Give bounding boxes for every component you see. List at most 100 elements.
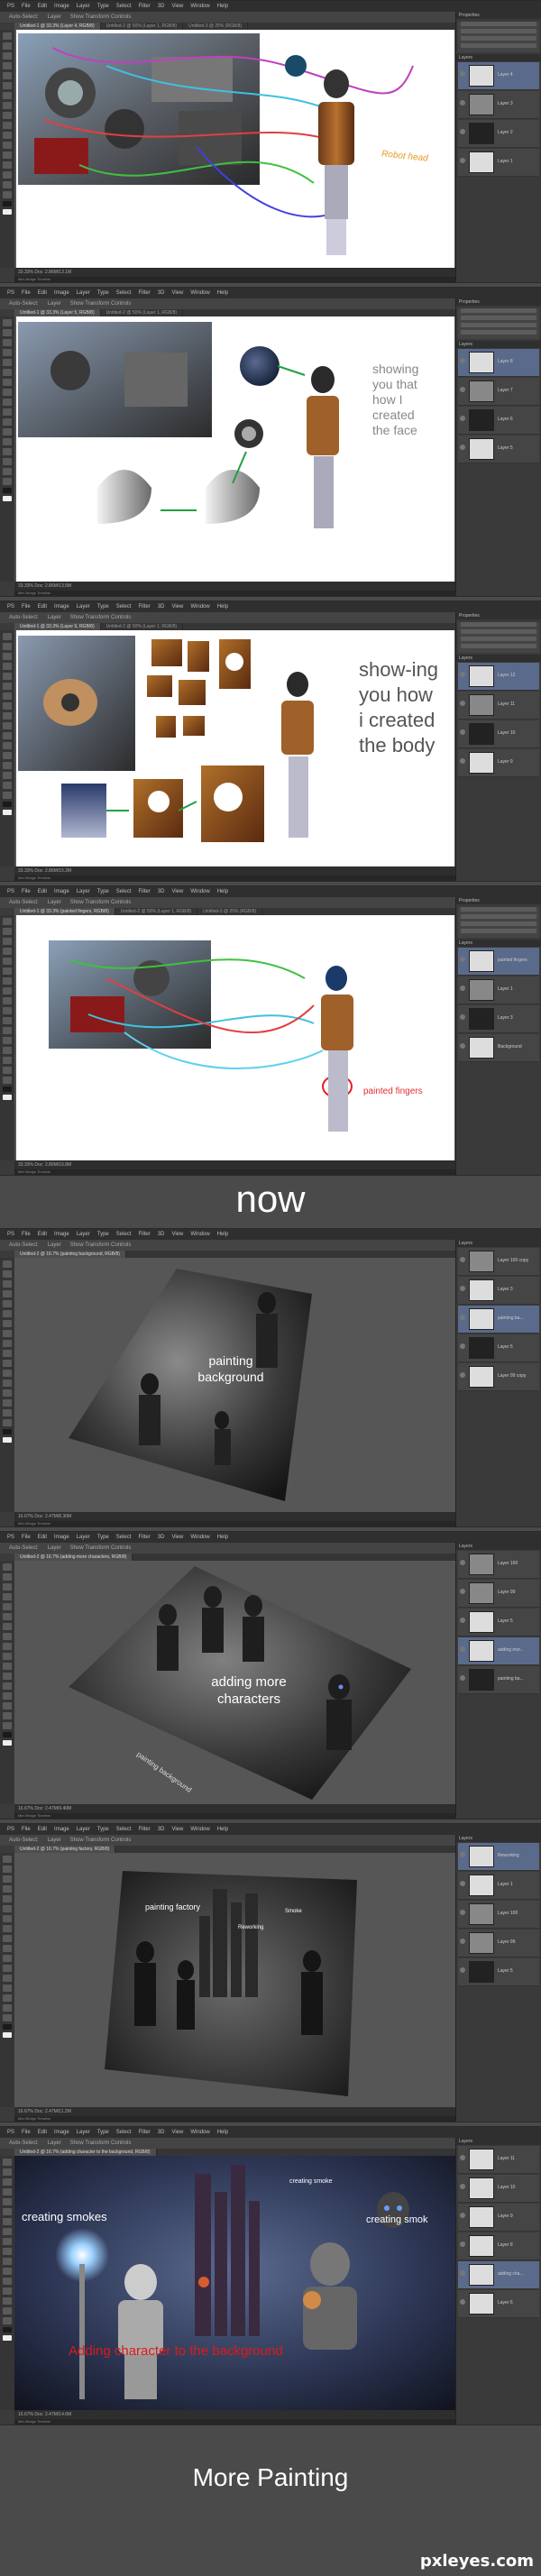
eye-icon[interactable] xyxy=(460,100,465,105)
menu-help[interactable]: Help xyxy=(217,4,228,9)
menu-image[interactable]: Image xyxy=(54,4,69,9)
menu-edit[interactable]: Edit xyxy=(38,2130,47,2135)
lasso-tool-icon[interactable] xyxy=(3,1875,12,1883)
menu-image[interactable]: Image xyxy=(54,604,69,610)
transform-controls-checkbox[interactable]: Show Transform Controls xyxy=(70,1242,132,1248)
eye-icon[interactable] xyxy=(460,445,465,450)
lasso-tool-icon[interactable] xyxy=(3,1280,12,1288)
eyedropper-tool-icon[interactable] xyxy=(3,673,12,680)
menu-help[interactable]: Help xyxy=(217,2130,228,2135)
layer-row[interactable]: Layer 3 xyxy=(458,91,539,119)
gradient-tool-icon[interactable] xyxy=(3,122,12,129)
healing-tool-icon[interactable] xyxy=(3,1310,12,1317)
stamp-tool-icon[interactable] xyxy=(3,1330,12,1337)
menu-help[interactable]: Help xyxy=(217,290,228,296)
menu-file[interactable]: File xyxy=(22,2130,31,2135)
menu-filter[interactable]: Filter xyxy=(138,290,150,296)
marquee-tool-icon[interactable] xyxy=(3,2168,12,2176)
document-tab[interactable]: Untitled-2 @ 50% (Layer 1, RGB/8) xyxy=(115,908,198,915)
eyedropper-tool-icon[interactable] xyxy=(3,2198,12,2205)
eye-icon[interactable] xyxy=(460,1014,465,1020)
menu-edit[interactable]: Edit xyxy=(38,889,47,894)
transform-controls-checkbox[interactable]: Show Transform Controls xyxy=(70,900,132,905)
menu-ps[interactable]: PS xyxy=(7,1535,14,1540)
bottom-panel-tabs[interactable]: Mini Bridge Timeline xyxy=(14,875,456,881)
layer-row[interactable]: Layer 9 xyxy=(458,749,539,777)
crop-tool-icon[interactable] xyxy=(3,948,12,955)
background-color-swatch[interactable] xyxy=(3,1437,12,1443)
crop-tool-icon[interactable] xyxy=(3,1290,12,1297)
eyedropper-tool-icon[interactable] xyxy=(3,359,12,366)
move-tool-icon[interactable] xyxy=(3,1856,12,1863)
move-tool-icon[interactable] xyxy=(3,32,12,40)
shape-tool-icon[interactable] xyxy=(3,772,12,779)
path-select-tool-icon[interactable] xyxy=(3,161,12,169)
auto-select-dropdown[interactable]: Layer xyxy=(48,2141,61,2146)
type-tool-icon[interactable] xyxy=(3,1037,12,1044)
menu-edit[interactable]: Edit xyxy=(38,1535,47,1540)
menu-filter[interactable]: Filter xyxy=(138,4,150,9)
auto-select-dropdown[interactable]: Layer xyxy=(48,1838,61,1843)
bottom-panel-tabs[interactable]: Mini Bridge Timeline xyxy=(14,2116,456,2122)
type-tool-icon[interactable] xyxy=(3,1682,12,1690)
canvas-area[interactable]: creating smokes creating smoke creating … xyxy=(14,2156,456,2410)
foreground-color-swatch[interactable] xyxy=(3,2024,12,2030)
transform-controls-checkbox[interactable]: Show Transform Controls xyxy=(70,1838,132,1843)
canvas-area[interactable]: show-ing you how i created the body xyxy=(14,630,456,866)
hand-tool-icon[interactable] xyxy=(3,782,12,789)
auto-select-checkbox[interactable]: Auto-Select: xyxy=(9,900,39,905)
layer-row[interactable]: Layer 99 copy xyxy=(458,1363,539,1391)
marquee-tool-icon[interactable] xyxy=(3,928,12,935)
stamp-tool-icon[interactable] xyxy=(3,389,12,396)
menu-image[interactable]: Image xyxy=(54,1232,69,1237)
brush-tool-icon[interactable] xyxy=(3,379,12,386)
background-color-swatch[interactable] xyxy=(3,2032,12,2038)
shape-tool-icon[interactable] xyxy=(3,458,12,465)
menu-help[interactable]: Help xyxy=(217,1535,228,1540)
menu-window[interactable]: Window xyxy=(190,1535,209,1540)
eye-icon[interactable] xyxy=(460,2241,465,2247)
menu-window[interactable]: Window xyxy=(190,889,209,894)
healing-tool-icon[interactable] xyxy=(3,967,12,975)
layer-row[interactable]: Layer 11 xyxy=(458,692,539,720)
hand-tool-icon[interactable] xyxy=(3,1409,12,1416)
zoom-tool-icon[interactable] xyxy=(3,2317,12,2324)
eye-icon[interactable] xyxy=(460,1939,465,1944)
layer-row[interactable]: adding mor... xyxy=(458,1637,539,1665)
pen-tool-icon[interactable] xyxy=(3,1673,12,1680)
stamp-tool-icon[interactable] xyxy=(3,2228,12,2235)
menu-ps[interactable]: PS xyxy=(7,604,14,610)
zoom-tool-icon[interactable] xyxy=(3,191,12,198)
layer-row[interactable]: Layer 7 xyxy=(458,378,539,406)
eyedropper-tool-icon[interactable] xyxy=(3,72,12,79)
eye-icon[interactable] xyxy=(460,1043,465,1049)
background-color-swatch[interactable] xyxy=(3,496,12,501)
menu-edit[interactable]: Edit xyxy=(38,604,47,610)
eraser-tool-icon[interactable] xyxy=(3,1935,12,1942)
eye-icon[interactable] xyxy=(460,158,465,163)
document-canvas[interactable]: Robot head xyxy=(16,30,454,268)
menu-image[interactable]: Image xyxy=(54,290,69,296)
layer-row[interactable]: Layer 11 xyxy=(458,2146,539,2174)
dodge-tool-icon[interactable] xyxy=(3,1017,12,1024)
menu-window[interactable]: Window xyxy=(190,4,209,9)
eye-icon[interactable] xyxy=(460,2213,465,2218)
canvas-area[interactable]: painted fingers xyxy=(14,915,456,1160)
menu-layer[interactable]: Layer xyxy=(77,4,90,9)
eyedropper-tool-icon[interactable] xyxy=(3,1300,12,1307)
pen-tool-icon[interactable] xyxy=(3,428,12,435)
auto-select-dropdown[interactable]: Layer xyxy=(48,615,61,620)
eye-icon[interactable] xyxy=(460,1646,465,1652)
healing-tool-icon[interactable] xyxy=(3,1613,12,1620)
layer-row[interactable]: painting ba... xyxy=(458,1306,539,1334)
menu-ps[interactable]: PS xyxy=(7,889,14,894)
layer-row[interactable]: Layer 5 xyxy=(458,435,539,463)
menu-type[interactable]: Type xyxy=(97,4,109,9)
eye-icon[interactable] xyxy=(460,729,465,735)
canvas-area[interactable]: painting background xyxy=(14,1258,456,1512)
gradient-tool-icon[interactable] xyxy=(3,2248,12,2255)
healing-tool-icon[interactable] xyxy=(3,1905,12,1912)
canvas-area[interactable]: Robot head xyxy=(14,30,456,268)
pen-tool-icon[interactable] xyxy=(3,142,12,149)
menu-help[interactable]: Help xyxy=(217,1827,228,1832)
